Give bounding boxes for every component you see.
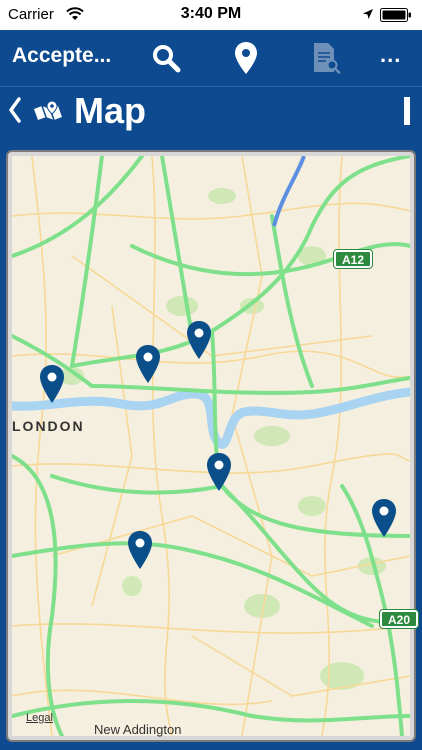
clock: 3:40 PM xyxy=(180,5,242,22)
chevron-left-icon xyxy=(9,97,21,123)
page-header: Map xyxy=(0,87,422,139)
location-button[interactable] xyxy=(226,38,266,78)
more-menu-button[interactable]: ... xyxy=(380,42,401,68)
map-marker-icon xyxy=(235,42,257,74)
map-pin[interactable] xyxy=(39,364,65,404)
map-pin[interactable] xyxy=(186,320,212,360)
side-indicator[interactable] xyxy=(404,97,410,125)
app-title[interactable]: Accepte... xyxy=(12,44,111,68)
map-canvas[interactable] xyxy=(12,156,410,736)
map-pin[interactable] xyxy=(127,530,153,570)
folded-map-icon xyxy=(34,100,62,121)
app-toolbar: Accepte... ... xyxy=(0,30,422,86)
map-pin[interactable] xyxy=(206,452,232,492)
place-label-bottom: New Addington xyxy=(94,722,182,737)
location-arrow-icon xyxy=(363,9,373,19)
map-pin[interactable] xyxy=(371,498,397,538)
document-search-button[interactable] xyxy=(306,38,346,78)
place-label-london: LONDON xyxy=(12,418,85,434)
road-shield-a20: A20 xyxy=(378,609,420,629)
status-bar: Carrier 3:40 PM xyxy=(0,0,422,30)
legal-link[interactable]: Legal xyxy=(26,712,53,724)
page-title: Map xyxy=(74,90,146,131)
document-search-icon xyxy=(314,43,341,74)
search-button[interactable] xyxy=(146,38,186,78)
map-view[interactable]: A12 A20 LONDON Legal New Addington xyxy=(6,150,420,742)
search-icon xyxy=(153,45,181,73)
back-button[interactable] xyxy=(4,93,26,127)
road-shield-a12: A12 xyxy=(332,249,374,269)
map-pin[interactable] xyxy=(135,344,161,384)
battery-icon xyxy=(380,8,411,22)
